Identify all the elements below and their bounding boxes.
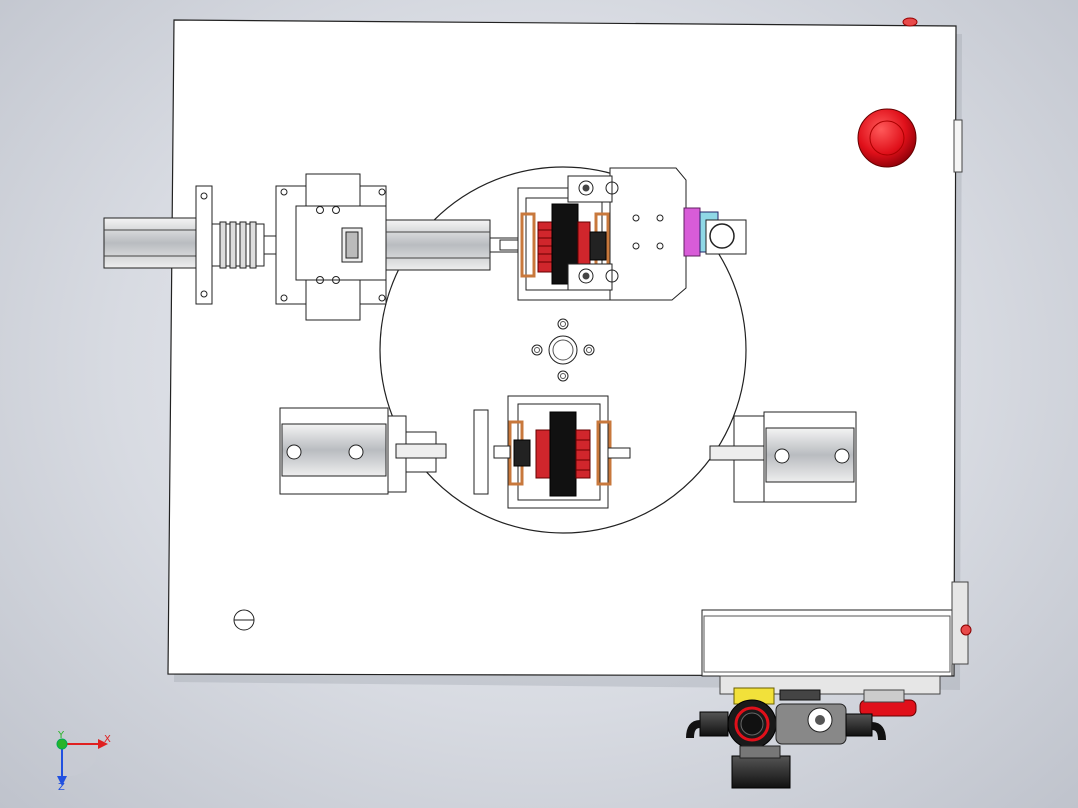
base-plate[interactable]: [167, 19, 957, 677]
coordinate-triad: X Y Z: [56, 730, 111, 793]
z-axis-label: Z: [58, 782, 65, 793]
cad-drawing: X Y Z: [56, 17, 972, 793]
top-red-marker: [902, 17, 918, 27]
cad-viewport[interactable]: X Y Z: [0, 0, 1078, 808]
y-axis-label: Y: [57, 730, 65, 741]
plate-screw: [233, 609, 255, 631]
pneumatic-fitting[interactable]: [686, 687, 917, 789]
emergency-stop-button[interactable]: [857, 108, 917, 168]
x-axis-label: X: [104, 734, 111, 745]
plate-edge-tab: [953, 119, 963, 173]
